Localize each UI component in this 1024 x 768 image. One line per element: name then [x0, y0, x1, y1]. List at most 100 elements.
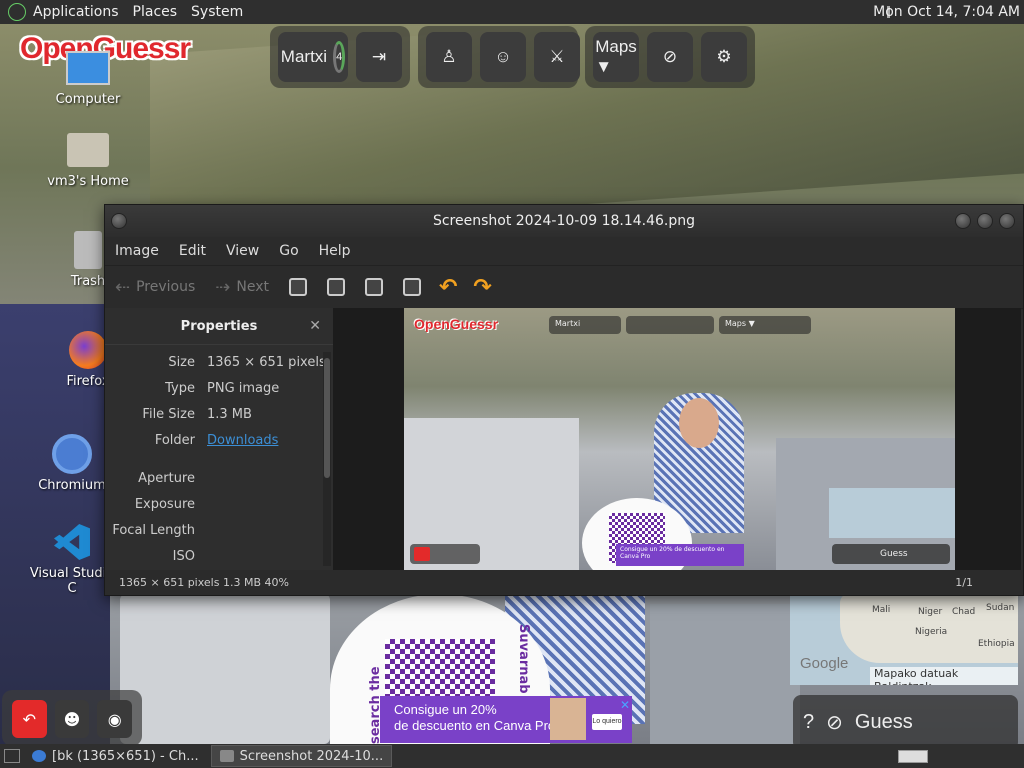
ad-close-icon[interactable]: ✕ — [620, 698, 630, 712]
zoom-in-icon[interactable] — [288, 278, 307, 296]
menu-places[interactable]: Places — [126, 4, 185, 20]
property-row: Exposure — [105, 491, 333, 517]
property-row: Type PNG image — [105, 375, 333, 401]
desktop-icon-computer[interactable]: Computer — [40, 46, 136, 107]
guess-button[interactable]: Guess — [855, 711, 913, 734]
singleplayer-button[interactable]: ♙ — [426, 32, 472, 82]
window-titlebar[interactable]: Screenshot 2024-10-09 18.14.46.png — [105, 205, 1023, 237]
map-label: Ethiopia — [978, 639, 1015, 649]
close-button[interactable] — [999, 213, 1015, 229]
menu-go[interactable]: Go — [269, 243, 308, 259]
chromium-icon — [32, 750, 46, 762]
next-button[interactable]: ⇢ Next — [205, 277, 279, 298]
ad-cta-button[interactable]: Lo quiero — [592, 714, 622, 730]
menu-view[interactable]: View — [216, 243, 269, 259]
maximize-button[interactable] — [977, 213, 993, 229]
folder-link[interactable]: Downloads — [207, 433, 278, 448]
maps-dropdown[interactable]: Maps ▼ — [593, 32, 639, 82]
property-key: Size — [168, 354, 195, 370]
map-label: Niger — [918, 607, 943, 617]
properties-scrollbar[interactable] — [323, 352, 331, 566]
reddit-button[interactable]: ◉ — [97, 700, 133, 738]
property-key: Exposure — [134, 496, 195, 512]
desktop-icon-label: vm3's Home — [47, 174, 129, 189]
desktop-icon-label: Computer — [55, 92, 121, 107]
ad-photo — [550, 698, 586, 740]
property-row: File Size 1.3 MB — [105, 401, 333, 427]
menu-edit[interactable]: Edit — [169, 243, 216, 259]
game-settings-group: Maps ▼ ⊘ ⚙ — [585, 26, 755, 88]
image-logo: OpenGuessr — [414, 316, 499, 332]
taskbar-item-browser[interactable]: [bk (1365×651) - Ch... — [24, 746, 207, 766]
taskbar-item-viewer[interactable]: Screenshot 2024-10... — [210, 745, 393, 767]
battle-button[interactable]: ⚔ — [534, 32, 580, 82]
page-indicator: 1/1 — [955, 576, 973, 589]
image-canvas[interactable]: OpenGuessr Martxi Maps ▼ Guess Consigue … — [334, 308, 1021, 570]
properties-sidebar: Properties ✕ Size 1365 × 651 pixels Type… — [105, 308, 334, 570]
map-label: Mali — [872, 605, 891, 615]
advertisement[interactable]: Consigue un 20% de descuento en Canva Pr… — [380, 696, 632, 743]
menu-image[interactable]: Image — [105, 243, 169, 259]
property-key: Type — [165, 380, 195, 396]
logout-button[interactable]: ⇥ — [356, 32, 402, 82]
bottom-taskbar: [bk (1365×651) - Ch... Screenshot 2024-1… — [0, 744, 1024, 768]
rotate-left-icon[interactable]: ↶ — [439, 275, 457, 300]
image-map — [829, 488, 955, 538]
logout-icon: ⇥ — [371, 47, 387, 66]
image-viewer-window: Screenshot 2024-10-09 18.14.46.png Image… — [104, 204, 1024, 596]
best-fit-icon[interactable] — [402, 278, 421, 296]
return-button[interactable]: ↶ — [12, 700, 47, 738]
image-toolbar-user: Martxi — [549, 316, 621, 334]
settings-button[interactable]: ⚙ — [701, 32, 747, 82]
image-user-name: Martxi — [555, 319, 581, 328]
displayed-image: OpenGuessr Martxi Maps ▼ Guess Consigue … — [404, 308, 955, 570]
map-attribution[interactable]: Mapako datuak Baldintzak — [870, 667, 1018, 685]
menu-applications[interactable]: Applications — [26, 4, 126, 20]
image-toolbar-modes — [626, 316, 714, 334]
scrollbar-thumb[interactable] — [324, 358, 330, 478]
close-icon[interactable]: ✕ — [309, 318, 321, 334]
window-menu-icon[interactable] — [111, 213, 127, 229]
apps-menu-icon[interactable] — [8, 3, 26, 21]
desktop-icon-home[interactable]: vm3's Home — [40, 128, 136, 189]
viewer-menubar: Image Edit View Go Help — [105, 237, 1023, 265]
compass-button[interactable]: ⊘ — [647, 32, 693, 82]
discord-button[interactable]: ☻ — [54, 700, 90, 738]
image-undo-icon — [414, 547, 430, 561]
image-ad: Consigue un 20% de descuento en Canva Pr… — [616, 544, 744, 566]
map-label: Chad — [952, 607, 976, 617]
property-key: Aperture — [138, 470, 195, 486]
previous-label: Previous — [136, 279, 196, 295]
group-icon: ☺ — [494, 47, 512, 66]
show-desktop-icon[interactable] — [4, 749, 20, 763]
desktop-icon-label: Visual Studio C — [29, 566, 115, 596]
workspace-switcher[interactable] — [898, 750, 928, 763]
property-key: Folder — [154, 432, 195, 448]
property-row: Folder Downloads — [105, 427, 333, 453]
normal-size-icon[interactable] — [364, 278, 383, 296]
target-icon[interactable]: ⊘ — [826, 710, 843, 735]
map-label: Nigeria — [915, 627, 948, 637]
help-button[interactable]: ? — [803, 711, 814, 734]
previous-button[interactable]: ⇠ Previous — [105, 277, 205, 298]
desktop-icon-label: Trash — [70, 274, 106, 289]
rotate-right-icon[interactable]: ↷ — [473, 275, 491, 300]
property-value: 1.3 MB — [207, 406, 252, 422]
minimize-button[interactable] — [955, 213, 971, 229]
clock[interactable]: Mon Oct 14, 7:04 AM — [873, 4, 1020, 20]
image-guess-button: Guess — [832, 544, 950, 564]
properties-title: Properties — [180, 318, 258, 334]
property-row: ISO — [105, 543, 333, 569]
user-name: Martxi — [280, 47, 328, 66]
property-row: Size 1365 × 651 pixels — [105, 349, 333, 375]
menu-system[interactable]: System — [184, 4, 250, 20]
zoom-out-icon[interactable] — [326, 278, 345, 296]
property-key: Focal Length — [112, 522, 195, 538]
menu-help[interactable]: Help — [309, 243, 361, 259]
swords-icon: ⚔ — [549, 47, 565, 66]
guess-map[interactable]: Mali Niger Chad Sudan Nigeria Ethiopia G… — [790, 593, 1018, 685]
person-icon: ♙ — [441, 47, 457, 66]
user-profile-button[interactable]: Martxi 4 — [278, 32, 348, 82]
property-row: Focal Length — [105, 517, 333, 543]
multiplayer-button[interactable]: ☺ — [480, 32, 526, 82]
